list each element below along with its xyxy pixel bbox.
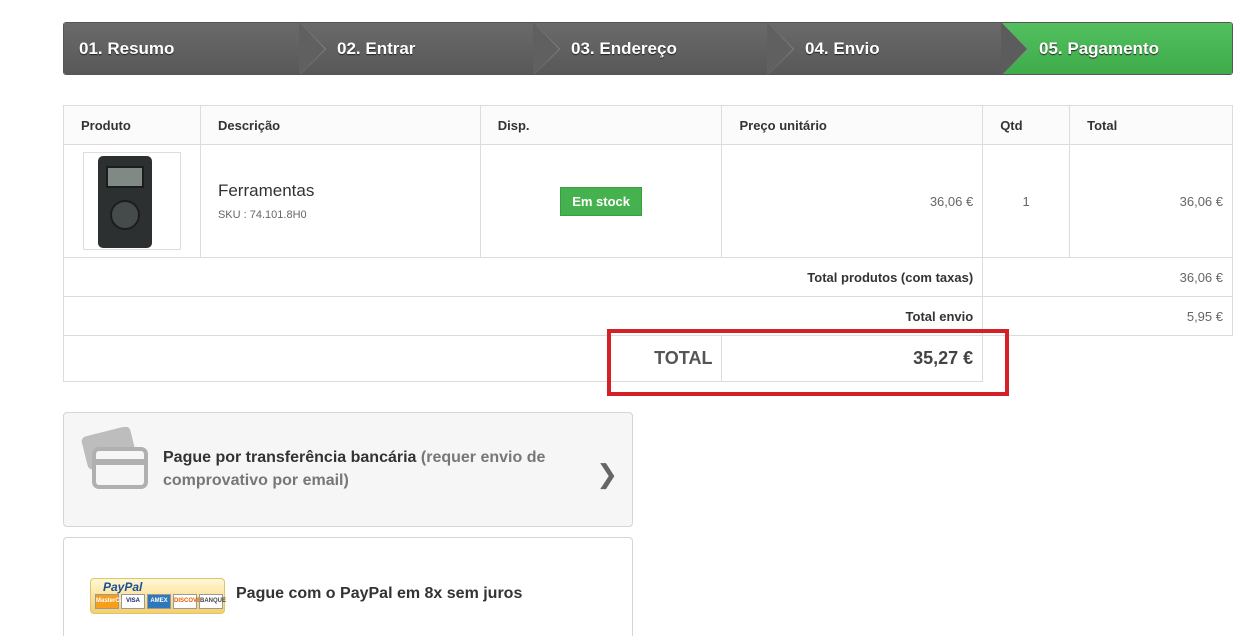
credit-card-icon	[81, 427, 148, 489]
bank-transfer-label: Pague por transferência bancária	[163, 449, 417, 466]
product-sku: SKU : 74.101.8H0	[217, 209, 307, 221]
header-descricao: Descrição	[199, 105, 481, 145]
header-qtd: Qtd	[982, 105, 1071, 145]
grand-total-value: 35,27 €	[721, 335, 984, 382]
step-label: 02. Entrar	[337, 38, 416, 58]
header-preco: Preço unitário	[721, 105, 984, 145]
header-total: Total	[1069, 105, 1233, 145]
product-description-cell: Ferramentas SKU : 74.101.8H0	[199, 144, 481, 258]
cart-summary-table: Produto Descrição Disp. Preço unitário Q…	[62, 105, 1233, 382]
empty-cell	[983, 336, 1233, 382]
grand-total-row: TOTAL 35,27 €	[62, 335, 1233, 382]
shipping-total-value: 5,95 €	[982, 296, 1233, 336]
line-total: 36,06 €	[1069, 144, 1233, 258]
step-label: 03. Endereço	[571, 38, 677, 58]
product-image[interactable]	[83, 152, 181, 250]
grand-total-label: TOTAL	[62, 335, 723, 382]
paypal-label: Pague com o PayPal em 8x sem juros	[236, 585, 523, 602]
table-row: Ferramentas SKU : 74.101.8H0 Em stock 36…	[63, 144, 1233, 258]
step-pagamento[interactable]: 05. Pagamento	[1001, 23, 1232, 74]
checkout-steps: 01. Resumo 02. Entrar 03. Endereço 04. E…	[63, 22, 1233, 75]
chevron-right-icon: ❯	[596, 459, 618, 489]
multimeter-image	[98, 156, 152, 248]
header-produto: Produto	[63, 105, 201, 145]
paypal-logo-text: PayPal	[103, 580, 143, 594]
card-logos: MasterCard VISA AMEX DISCOVER BANQUE	[95, 594, 226, 609]
availability-cell: Em stock	[479, 144, 723, 258]
step-resumo[interactable]: 01. Resumo	[64, 23, 326, 74]
step-endereco[interactable]: 03. Endereço	[533, 23, 794, 74]
step-envio[interactable]: 04. Envio	[767, 23, 1028, 74]
product-image-cell	[63, 144, 201, 258]
unit-price: 36,06 €	[721, 144, 984, 258]
amex-logo: AMEX	[147, 594, 171, 609]
step-label: 05. Pagamento	[1039, 38, 1159, 58]
step-label: 04. Envio	[805, 38, 880, 58]
table-header-row: Produto Descrição Disp. Preço unitário Q…	[63, 105, 1233, 145]
quantity: 1	[982, 144, 1071, 258]
paypal-logo: PayPal MasterCard VISA AMEX DISCOVER BAN…	[90, 578, 226, 614]
availability-badge: Em stock	[560, 186, 642, 216]
products-total-row: Total produtos (com taxas) 36,06 €	[62, 257, 1233, 297]
shipping-total-label: Total envio	[62, 296, 984, 336]
visa-logo: VISA	[121, 594, 145, 609]
step-entrar[interactable]: 02. Entrar	[299, 23, 560, 74]
products-total-value: 36,06 €	[982, 257, 1233, 297]
payment-option-paypal[interactable]: PayPal MasterCard VISA AMEX DISCOVER BAN…	[63, 537, 633, 636]
bank-transfer-text: Pague por transferência bancária (requer…	[163, 446, 563, 492]
product-name[interactable]: Ferramentas	[218, 181, 480, 201]
step-label: 01. Resumo	[79, 38, 175, 58]
products-total-label: Total produtos (com taxas)	[62, 257, 984, 297]
discover-logo: DISCOVER	[173, 594, 205, 609]
shipping-total-row: Total envio 5,95 €	[62, 296, 1233, 336]
payment-option-bank-transfer[interactable]: Pague por transferência bancária (requer…	[63, 412, 633, 527]
mastercard-logo: MasterCard	[95, 594, 129, 609]
header-disp: Disp.	[479, 105, 723, 145]
banque-logo: BANQUE	[199, 594, 226, 609]
